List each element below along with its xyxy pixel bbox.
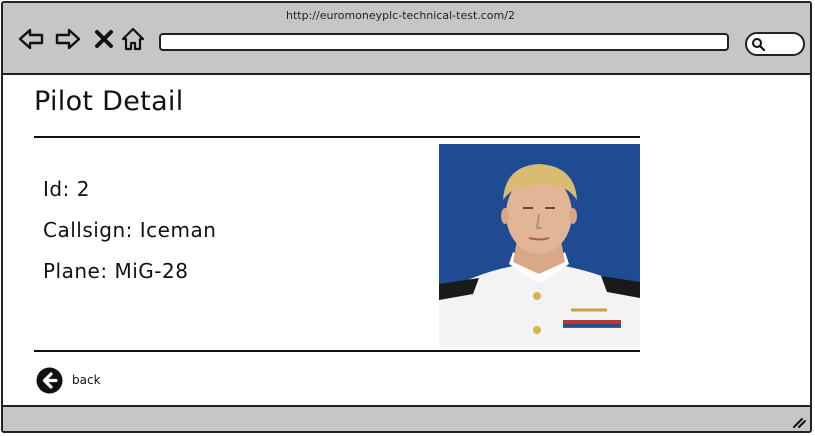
search-field[interactable] xyxy=(745,32,805,56)
page-title: Pilot Detail xyxy=(34,86,184,117)
home-icon[interactable] xyxy=(119,25,147,53)
url-text: http://euromoneyplc-technical-test.com/2 xyxy=(286,9,515,22)
back-label: back xyxy=(72,373,101,387)
close-icon[interactable] xyxy=(92,25,116,53)
back-link[interactable]: back xyxy=(36,366,101,394)
arrow-right-icon[interactable] xyxy=(54,25,82,53)
status-bar xyxy=(3,405,810,431)
page-content: Pilot Detail Id: 2 Callsign: Iceman Plan… xyxy=(3,75,810,407)
pilot-photo xyxy=(439,144,640,347)
detail-id-label: Id: xyxy=(43,177,70,201)
detail-plane-label: Plane: xyxy=(43,259,108,283)
top-divider xyxy=(34,136,640,138)
detail-callsign: Callsign: Iceman xyxy=(43,218,216,242)
detail-id-value: 2 xyxy=(76,177,90,201)
detail-id: Id: 2 xyxy=(43,177,90,201)
search-icon xyxy=(752,38,765,51)
address-bar[interactable] xyxy=(159,33,729,51)
detail-callsign-label: Callsign: xyxy=(43,218,133,242)
detail-plane: Plane: MiG-28 xyxy=(43,259,188,283)
browser-toolbar: http://euromoneyplc-technical-test.com/2 xyxy=(3,3,810,75)
arrow-left-icon[interactable] xyxy=(17,25,45,53)
bottom-divider xyxy=(34,350,640,352)
browser-window: http://euromoneyplc-technical-test.com/2… xyxy=(1,1,812,433)
detail-plane-value: MiG-28 xyxy=(114,259,189,283)
detail-callsign-value: Iceman xyxy=(139,218,217,242)
resize-grip-icon[interactable] xyxy=(790,413,806,429)
arrow-left-circle-icon xyxy=(36,367,63,394)
